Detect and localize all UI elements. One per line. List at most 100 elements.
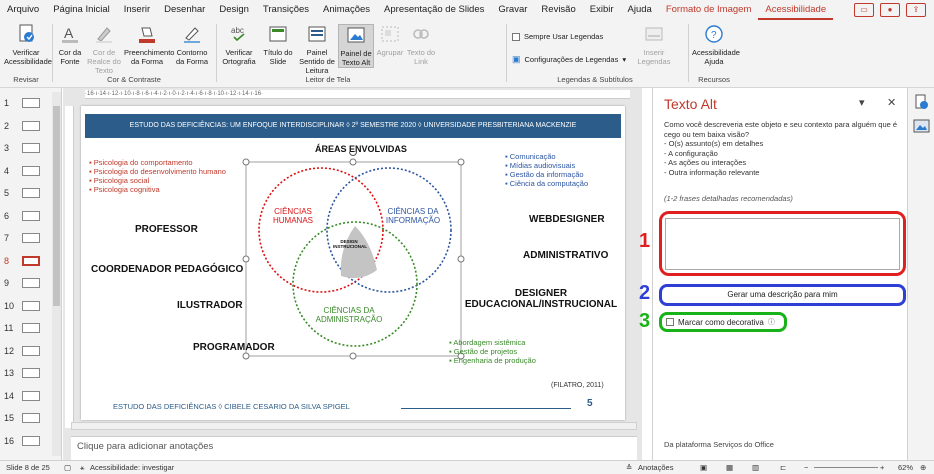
comment-icon[interactable]: ▭	[854, 3, 874, 17]
thumbnail-slide-7[interactable]: 7	[4, 231, 40, 245]
resize-handle[interactable]	[242, 352, 250, 360]
group-label-recursos: Recursos	[698, 75, 730, 84]
tab-exibir[interactable]: Exibir	[583, 0, 621, 20]
alt-text-highlight-box	[659, 211, 906, 276]
thumbnail-slide-16[interactable]: 16	[4, 434, 40, 448]
normal-view-icon[interactable]: ▣	[700, 461, 707, 474]
notes-area[interactable]: Clique para adicionar anotações	[71, 436, 637, 460]
agrupar-button[interactable]: Agrupar	[376, 24, 404, 57]
checkbox-box[interactable]	[666, 318, 674, 326]
rotate-handle[interactable]	[349, 152, 357, 156]
acessibilidade-ajuda-button[interactable]: ? Acessibilidade Ajuda	[692, 24, 740, 66]
mark-decorative-checkbox[interactable]: Marcar como decorativa ⓘ	[659, 312, 787, 332]
venn-diagram[interactable]	[241, 152, 471, 362]
alt-text-icon[interactable]	[913, 118, 930, 135]
thumbnail-slide-3[interactable]: 3	[4, 141, 40, 155]
share-icon[interactable]: ⇪	[906, 3, 926, 17]
accessibility-status[interactable]: Acessibilidade: investigar	[90, 461, 174, 474]
menu-bar: Arquivo Página Inicial Inserir Desenhar …	[0, 0, 934, 20]
thumbnail-slide-12[interactable]: 12	[4, 344, 40, 358]
window-controls: ▭ ● ⇪	[854, 3, 934, 17]
tab-ajuda[interactable]: Ajuda	[621, 0, 659, 20]
thumbnail-slide-2[interactable]: 2	[4, 119, 40, 133]
tab-formato-imagem[interactable]: Formato de Imagem	[659, 0, 759, 20]
slide-sorter-icon[interactable]: ▦	[726, 461, 733, 474]
tab-arquivo[interactable]: Arquivo	[0, 0, 46, 20]
thumbnails-scrollbar[interactable]	[52, 92, 61, 456]
label-ciencias-administracao: CIÊNCIAS DA ADMINISTRAÇÃO	[315, 306, 383, 324]
thumbnail-slide-6[interactable]: 6	[4, 209, 40, 223]
tab-desenhar[interactable]: Desenhar	[157, 0, 212, 20]
zoom-level[interactable]: 62%	[898, 461, 913, 474]
role-administrativo: ADMINISTRATIVO	[523, 250, 609, 261]
alt-text-input[interactable]	[665, 218, 900, 270]
psychology-list: ▪ Psicologia do comportamento ▪ Psicolog…	[89, 158, 226, 194]
resize-handle[interactable]	[242, 255, 250, 263]
configuracoes-legendas-button[interactable]: ▣ Configurações de Legendas ▾	[512, 54, 626, 65]
tab-revisao[interactable]: Revisão	[534, 0, 582, 20]
sempre-usar-legendas-checkbox[interactable]: Sempre Usar Legendas	[512, 32, 603, 41]
tab-apresentacao[interactable]: Apresentação de Slides	[377, 0, 491, 20]
resize-handle[interactable]	[457, 255, 465, 263]
accessibility-check-icon[interactable]	[913, 94, 930, 111]
help-icon: ?	[705, 25, 723, 43]
zoom-slider[interactable]	[814, 467, 878, 468]
contorno-forma-button[interactable]: Contorno da Forma	[172, 24, 212, 66]
painel-sentido-leitura-button[interactable]: Painel Sentido de Leitura	[298, 24, 336, 75]
accessibility-icon: ⚹	[80, 463, 85, 472]
resize-handle[interactable]	[457, 158, 465, 166]
info-icon[interactable]: ⓘ	[768, 317, 775, 327]
painel-texto-alt-button[interactable]: Painel de Texto Alt	[338, 24, 374, 68]
resize-handle[interactable]	[242, 158, 250, 166]
titulo-slide-button[interactable]: Título do Slide	[260, 24, 296, 66]
tab-pagina-inicial[interactable]: Página Inicial	[46, 0, 117, 20]
svg-text:?: ?	[711, 30, 717, 41]
tab-gravar[interactable]: Gravar	[491, 0, 534, 20]
thumbnail-slide-13[interactable]: 13	[4, 366, 40, 380]
zoom-in-icon[interactable]: +	[880, 461, 884, 474]
group-label-legendas: Legendas & Subtítulos	[557, 75, 633, 84]
verificar-ortografia-button[interactable]: abc Verificar Ortografia	[220, 24, 258, 66]
thumbnail-slide-10[interactable]: 10	[4, 299, 40, 313]
font-color-icon: A	[62, 25, 78, 43]
generate-description-button[interactable]: Gerar uma descrição para mim	[659, 284, 906, 306]
texto-link-button[interactable]: Texto do Link	[406, 24, 436, 66]
list-item: ▪ Comunicação	[505, 152, 556, 161]
notes-toggle[interactable]: Anotações	[638, 461, 673, 474]
fit-slide-icon[interactable]: ⊕	[920, 461, 926, 474]
inserir-legendas-button[interactable]: Inserir Legendas	[636, 24, 672, 66]
scrollbar-thumb[interactable]	[53, 106, 60, 306]
tab-acessibilidade[interactable]: Acessibilidade	[758, 0, 834, 20]
tab-design[interactable]: Design	[212, 0, 256, 20]
thumbnail-slide-8[interactable]: 8	[4, 254, 40, 268]
reading-view-icon[interactable]: ▥	[752, 461, 759, 474]
verificar-acessibilidade-button[interactable]: Verificar Acessibilidade	[4, 24, 52, 66]
cor-realce-button[interactable]: Cor de Realce do Texto	[86, 24, 122, 75]
administration-list: ▪ Abordagem sistêmica ▪ Gestão de projet…	[449, 338, 536, 365]
thumbnail-slide-9[interactable]: 9	[4, 276, 40, 290]
pane-options-icon[interactable]: ▾	[859, 96, 865, 109]
resize-handle[interactable]	[349, 158, 357, 166]
record-icon[interactable]: ●	[880, 3, 900, 17]
checkbox-box[interactable]	[512, 32, 520, 41]
thumbnail-slide-14[interactable]: 14	[4, 389, 40, 403]
spellcheck-status-icon[interactable]: ▢	[64, 461, 71, 474]
thumbnail-slide-5[interactable]: 5	[4, 186, 40, 200]
tab-animacoes[interactable]: Animações	[316, 0, 377, 20]
zoom-out-icon[interactable]: −	[804, 461, 808, 474]
list-item: ▪ Gestão da informação	[505, 170, 584, 179]
slideshow-icon[interactable]: ⊏	[780, 461, 786, 474]
tab-transicoes[interactable]: Transições	[256, 0, 316, 20]
thumbnail-slide-1[interactable]: 1	[4, 96, 40, 110]
cor-fonte-button[interactable]: A Cor da Fonte	[56, 24, 84, 66]
preenchimento-forma-button[interactable]: Preenchimento da Forma	[124, 24, 174, 66]
close-icon[interactable]: ✕	[887, 96, 896, 109]
tab-inserir[interactable]: Inserir	[117, 0, 157, 20]
thumbnail-slide-11[interactable]: 11	[4, 321, 40, 335]
editor-horizontal-scrollbar[interactable]	[71, 422, 637, 430]
thumbnail-slide-15[interactable]: 15	[4, 411, 40, 425]
page-number: 5	[587, 398, 593, 409]
thumbnail-slide-4[interactable]: 4	[4, 164, 40, 178]
resize-handle[interactable]	[349, 352, 357, 360]
slide-canvas[interactable]: ESTUDO DAS DEFICIÊNCIAS: UM ENFOQUE INTE…	[81, 106, 625, 420]
